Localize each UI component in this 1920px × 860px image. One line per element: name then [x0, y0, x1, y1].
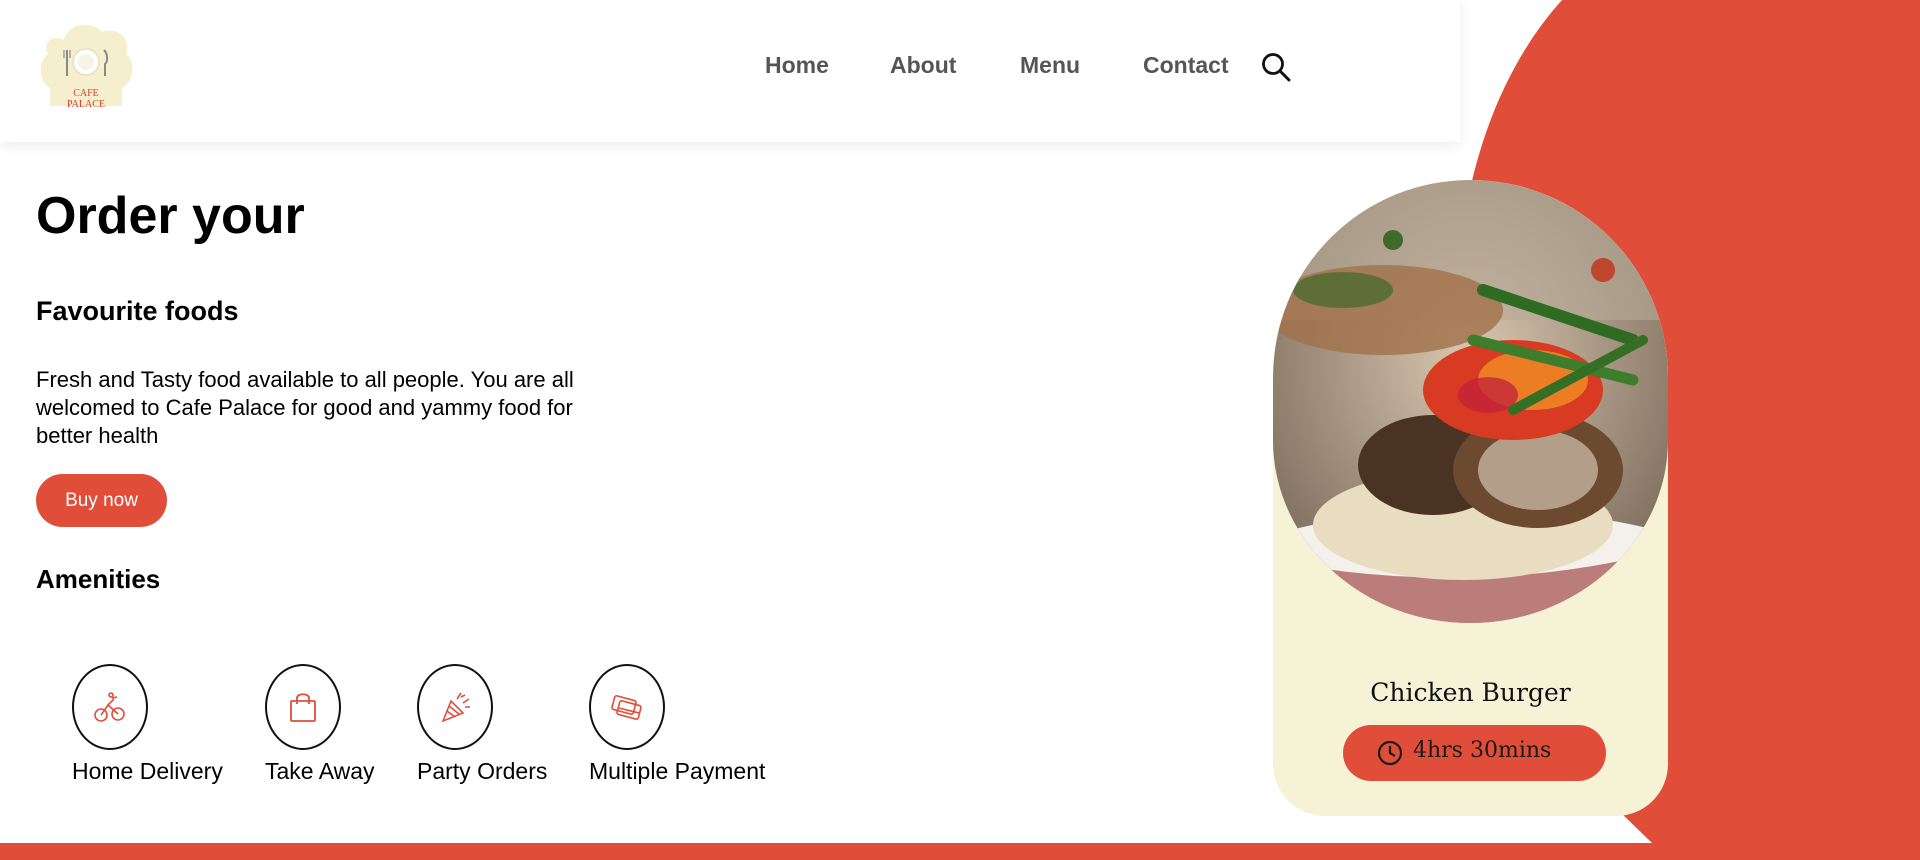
- credit-cards-icon: [611, 695, 642, 720]
- bicycle-icon: [94, 692, 125, 722]
- amenity-label: Multiple Payment: [589, 758, 766, 784]
- nav-menu[interactable]: Menu: [1020, 52, 1080, 79]
- amenity-label: Home Delivery: [72, 758, 223, 784]
- logo-text-line2: PALACE: [67, 99, 105, 110]
- amenity-icon-circle: [417, 664, 493, 750]
- amenity-icon-circle: [589, 664, 665, 750]
- prep-time-badge: 4hrs 30mins: [1343, 725, 1606, 781]
- header-bar: [0, 0, 1460, 142]
- amenity-label: Party Orders: [417, 758, 548, 784]
- hero-subtitle: Favourite foods: [36, 296, 239, 326]
- amenity-icon-circle: [72, 664, 148, 750]
- nav-contact[interactable]: Contact: [1143, 52, 1229, 79]
- site-header: CAFE PALACE Home About Menu Contact: [0, 0, 1920, 142]
- hero-description: Fresh and Tasty food available to all pe…: [36, 367, 574, 448]
- buy-now-button[interactable]: Buy now: [36, 474, 167, 527]
- amenities-title: Amenities: [36, 564, 161, 594]
- food-card[interactable]: Chicken Burger 4hrs 30mins: [1273, 180, 1668, 816]
- amenity-label: Take Away: [265, 758, 375, 784]
- shopping-bag-icon: [290, 693, 316, 722]
- logo-text-line1: CAFE: [73, 88, 99, 99]
- clock-icon: [1377, 740, 1403, 766]
- amenity-icon-circle: [265, 664, 341, 750]
- nav-about[interactable]: About: [890, 52, 956, 79]
- logo-text: CAFE PALACE: [36, 88, 136, 110]
- footer-strip: [0, 843, 1920, 860]
- party-popper-icon: [441, 692, 470, 723]
- hero-title: Order your: [36, 187, 305, 245]
- search-icon[interactable]: [1261, 52, 1291, 82]
- dish-name: Chicken Burger: [1370, 678, 1571, 707]
- nav-home[interactable]: Home: [765, 52, 829, 79]
- food-image: [1273, 180, 1668, 623]
- prep-time-text: 4hrs 30mins: [1413, 738, 1552, 763]
